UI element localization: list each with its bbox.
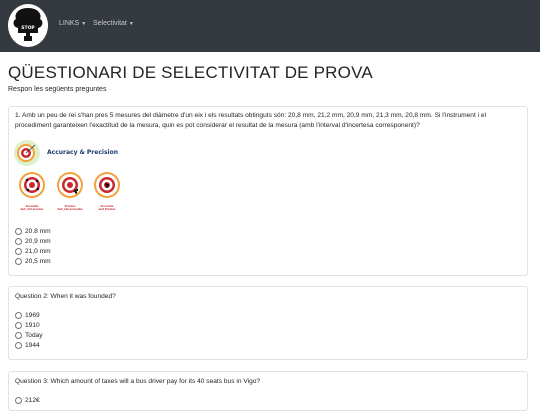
radio-button[interactable] xyxy=(15,322,22,329)
site-logo[interactable]: STOP xyxy=(8,4,48,47)
option-label: 212€ xyxy=(25,397,40,404)
nav-links-label: LINKS xyxy=(59,20,80,27)
answer-option[interactable]: 20.8 mm xyxy=(15,228,51,235)
radio-button[interactable] xyxy=(15,238,22,245)
tree-logo-icon: STOP xyxy=(8,5,48,45)
caret-down-icon: ▼ xyxy=(128,21,134,27)
radio-button[interactable] xyxy=(15,342,22,349)
radio-button[interactable] xyxy=(15,258,22,265)
answer-option[interactable]: 20,9 mm xyxy=(15,238,51,245)
nav-links-dropdown[interactable]: LINKS ▼ xyxy=(59,20,86,27)
answer-option[interactable]: 1910 xyxy=(15,322,40,329)
answer-option[interactable]: Today xyxy=(15,332,43,339)
target-precise-not-accurate-icon xyxy=(57,172,83,198)
nav-selectivitat-dropdown[interactable]: Selectivitat ▼ xyxy=(93,20,134,27)
target-label-3: Accurate and Precise xyxy=(98,204,115,211)
page-subtitle: Respon les següents preguntes xyxy=(8,86,107,93)
answer-option[interactable]: 1969 xyxy=(15,312,40,319)
question-card-3: Question 3: Which amount of taxes will a… xyxy=(8,371,528,411)
option-label: 20,9 mm xyxy=(25,238,51,245)
image-title: Accuracy & Precision xyxy=(47,149,118,156)
option-label: 1969 xyxy=(25,312,40,319)
page-title: QÜESTIONARI DE SELECTIVITAT DE PROVA xyxy=(8,63,373,82)
option-label: 1944 xyxy=(25,342,40,349)
question-card-1: 1. Amb un peu de rei s'han pres 5 mesure… xyxy=(8,106,528,276)
question-text: Question 2: When it was founded? xyxy=(15,293,116,300)
option-label: 21,0 mm xyxy=(25,248,51,255)
target-label-1: Accurate but_not precise xyxy=(21,204,44,211)
radio-button[interactable] xyxy=(15,228,22,235)
answer-option[interactable]: 20,5 mm xyxy=(15,258,51,265)
target-accurate-not-precise-icon xyxy=(19,172,45,198)
option-label: 20.8 mm xyxy=(25,228,51,235)
caret-down-icon: ▼ xyxy=(81,21,87,27)
question-text: Question 3: Which amount of taxes will a… xyxy=(15,378,261,385)
accuracy-precision-image: Accuracy & Precision Accurate but_not pre… xyxy=(14,140,120,211)
radio-button[interactable] xyxy=(15,332,22,339)
option-label: Today xyxy=(25,332,43,339)
answer-option[interactable]: 1944 xyxy=(15,342,40,349)
header-target-icon xyxy=(14,140,40,166)
top-navbar: STOP LINKS ▼ Selectivitat ▼ xyxy=(0,0,540,52)
option-label: 1910 xyxy=(25,322,40,329)
question-text: 1. Amb un peu de rei s'han pres 5 mesure… xyxy=(15,112,487,129)
radio-button[interactable] xyxy=(15,312,22,319)
target-accurate-and-precise-icon xyxy=(94,172,120,198)
option-label: 20,5 mm xyxy=(25,258,51,265)
radio-button[interactable] xyxy=(15,248,22,255)
target-label-2: Precise but_not accurate xyxy=(58,204,83,211)
question-card-2: Question 2: When it was founded? 1969 19… xyxy=(8,286,528,360)
radio-button[interactable] xyxy=(15,397,22,404)
svg-text:STOP: STOP xyxy=(21,25,35,31)
answer-option[interactable]: 21,0 mm xyxy=(15,248,51,255)
nav-selectivitat-label: Selectivitat xyxy=(93,20,127,27)
answer-option[interactable]: 212€ xyxy=(15,397,40,404)
